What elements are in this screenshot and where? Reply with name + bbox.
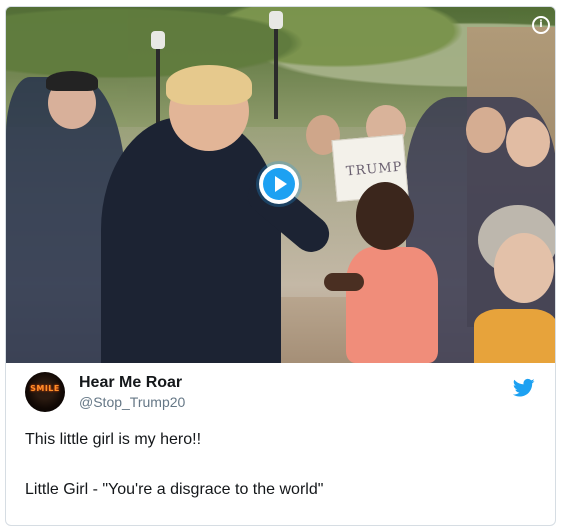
play-button-circle	[263, 168, 295, 200]
crowd-person	[466, 107, 506, 153]
info-icon[interactable]: i	[532, 16, 550, 34]
tweet-card[interactable]: TRUMP i SMILE Hear Me Roar @Stop_Trump20	[5, 6, 556, 526]
twitter-bird-icon[interactable]	[513, 378, 535, 398]
crowd-person-cap	[46, 71, 98, 91]
crowd-person	[494, 233, 554, 303]
crowd-person	[506, 117, 550, 167]
man-hair	[166, 65, 252, 105]
video-player[interactable]: TRUMP i	[6, 7, 555, 363]
avatar-logo-text: SMILE	[30, 384, 60, 393]
girl	[346, 247, 438, 363]
tweet-text-line: This little girl is my hero!!	[25, 431, 202, 448]
girl-arm	[324, 273, 364, 291]
play-button[interactable]	[259, 164, 299, 204]
tweet-author: SMILE Hear Me Roar @Stop_Trump20	[25, 372, 545, 416]
lamp-head	[269, 11, 283, 29]
girl-head	[356, 182, 414, 250]
author-handle[interactable]: @Stop_Trump20	[79, 394, 185, 410]
tweet-text-line: Little Girl - "You're a disgrace to the …	[25, 481, 324, 498]
avatar[interactable]: SMILE	[25, 372, 65, 412]
man-in-suit	[101, 117, 281, 363]
play-icon	[274, 176, 287, 192]
lamp-post	[274, 29, 278, 119]
crowd-person-scarf	[474, 309, 555, 363]
lamp-head	[151, 31, 165, 49]
author-display-name[interactable]: Hear Me Roar	[79, 374, 182, 392]
